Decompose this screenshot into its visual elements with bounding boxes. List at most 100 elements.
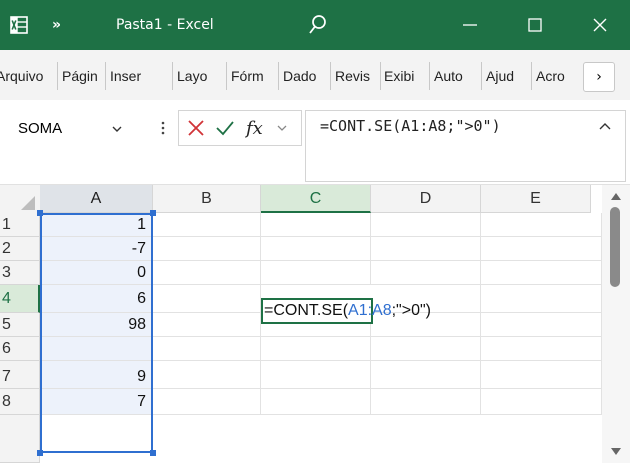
svg-text:fx: fx	[245, 118, 263, 139]
range-handle-bottom-left[interactable]	[37, 450, 43, 456]
cell-b6[interactable]	[153, 337, 261, 361]
cell-b8[interactable]	[153, 389, 261, 415]
column-header-d[interactable]: D	[371, 185, 481, 213]
tab-revisao[interactable]: Revis	[335, 64, 375, 88]
cell-c2[interactable]	[261, 237, 371, 261]
tab-arquivo[interactable]: Arquivo	[0, 64, 52, 88]
cell-e5[interactable]	[481, 313, 602, 337]
window-title: Pasta1 - Excel	[116, 17, 214, 33]
ribbon-more-tabs-button[interactable]: ›	[583, 62, 615, 92]
row-header-5[interactable]: 5	[0, 313, 40, 337]
tab-inserir[interactable]: Inser	[110, 64, 148, 88]
cell-b1[interactable]	[153, 213, 261, 237]
tab-pagina[interactable]: Págin	[62, 64, 100, 88]
cell-e6[interactable]	[481, 337, 602, 361]
formula-prefix: =CONT.SE(	[264, 302, 349, 319]
formula-bar: SOMA fx =CONT.SE(A1:A8;">0")	[0, 100, 630, 185]
tab-automatizar[interactable]: Auto	[434, 64, 476, 88]
cell-d6[interactable]	[371, 337, 481, 361]
cell-d8[interactable]	[371, 389, 481, 415]
tab-dados[interactable]: Dado	[283, 64, 325, 88]
spreadsheet-grid: A B C D E 1 2 3 4 5 6 7 8 1 -7 0 6 98 9 …	[0, 185, 630, 463]
cell-e7[interactable]	[481, 361, 602, 389]
search-icon[interactable]	[308, 14, 328, 36]
chevron-down-icon[interactable]	[275, 121, 289, 135]
cell-e2[interactable]	[481, 237, 602, 261]
enter-check-icon[interactable]	[215, 119, 235, 137]
cell-e8[interactable]	[481, 389, 602, 415]
cell-d7[interactable]	[371, 361, 481, 389]
select-all-triangle-icon	[21, 196, 35, 210]
scroll-up-icon[interactable]	[610, 191, 622, 201]
row-header-9[interactable]	[0, 415, 40, 463]
formula-suffix: ;">0")	[391, 302, 431, 319]
close-icon	[593, 18, 607, 32]
cell-a2[interactable]: -7	[40, 237, 153, 261]
row-header-7[interactable]: 7	[0, 361, 40, 389]
cell-b2[interactable]	[153, 237, 261, 261]
cell-c8[interactable]	[261, 389, 371, 415]
formula-text: =CONT.SE(A1:A8;">0")	[320, 117, 501, 135]
cell-c1[interactable]	[261, 213, 371, 237]
column-header-b[interactable]: B	[153, 185, 261, 213]
column-header-c[interactable]: C	[261, 185, 371, 213]
insert-function-fx-icon[interactable]: fx	[245, 117, 271, 139]
cell-a8[interactable]: 7	[40, 389, 153, 415]
cell-c3[interactable]	[261, 261, 371, 285]
cell-b5[interactable]	[153, 313, 261, 337]
row-header-1[interactable]: 1	[0, 213, 40, 237]
column-header-a[interactable]: A	[40, 185, 153, 213]
cell-d3[interactable]	[371, 261, 481, 285]
range-handle-top-right[interactable]	[150, 210, 156, 216]
name-box[interactable]: SOMA	[0, 114, 150, 144]
formula-input[interactable]: =CONT.SE(A1:A8;">0")	[305, 110, 626, 182]
cell-c6[interactable]	[261, 337, 371, 361]
close-button[interactable]	[570, 0, 630, 50]
formula-range-reference: A1:A8	[348, 302, 392, 319]
row-header-3[interactable]: 3	[0, 261, 40, 285]
row-header-6[interactable]: 6	[0, 337, 40, 361]
maximize-icon	[528, 18, 542, 32]
ribbon-tabs: Arquivo Págin Inser Layo Fórm Dado Revis…	[0, 50, 630, 101]
cell-e1[interactable]	[481, 213, 602, 237]
formula-actions: fx	[178, 110, 302, 146]
column-header-e[interactable]: E	[481, 185, 591, 213]
cell-a5[interactable]: 98	[40, 313, 153, 337]
tab-formulas[interactable]: Fórm	[231, 64, 273, 88]
row-header-4[interactable]: 4	[0, 285, 40, 313]
name-box-value: SOMA	[18, 120, 63, 137]
cell-b4[interactable]	[153, 285, 261, 313]
cell-b7[interactable]	[153, 361, 261, 389]
vertical-dots-icon	[161, 121, 165, 135]
cell-b3[interactable]	[153, 261, 261, 285]
cell-a6[interactable]	[40, 337, 153, 361]
range-handle-top-left[interactable]	[37, 210, 43, 216]
tab-ajuda[interactable]: Ajud	[486, 64, 526, 88]
chevron-down-icon[interactable]	[110, 122, 124, 136]
minimize-button[interactable]	[440, 0, 500, 50]
tab-exibir[interactable]: Exibi	[384, 64, 424, 88]
cell-a4[interactable]: 6	[40, 285, 153, 313]
cell-a3[interactable]: 0	[40, 261, 153, 285]
cell-d1[interactable]	[371, 213, 481, 237]
row-header-2[interactable]: 2	[0, 237, 40, 261]
scroll-down-icon[interactable]	[610, 447, 622, 457]
range-handle-bottom-right[interactable]	[150, 450, 156, 456]
select-all-corner[interactable]	[0, 185, 41, 214]
scrollbar-thumb[interactable]	[610, 207, 620, 287]
cell-c7[interactable]	[261, 361, 371, 389]
maximize-button[interactable]	[505, 0, 565, 50]
quick-access-more-button[interactable]: »	[52, 0, 61, 50]
cell-e3[interactable]	[481, 261, 602, 285]
cancel-x-icon[interactable]	[187, 119, 205, 137]
chevron-up-icon[interactable]	[597, 119, 613, 133]
cell-a1[interactable]: 1	[40, 213, 153, 237]
cell-e4[interactable]	[481, 285, 602, 313]
row-header-8[interactable]: 8	[0, 389, 40, 415]
in-cell-formula[interactable]: =CONT.SE(A1:A8;">0")	[264, 299, 431, 323]
tab-acrobat[interactable]: Acro	[536, 64, 574, 88]
vertical-scrollbar[interactable]	[602, 185, 630, 463]
cell-a7[interactable]: 9	[40, 361, 153, 389]
tab-layout[interactable]: Layo	[177, 64, 221, 88]
cell-d2[interactable]	[371, 237, 481, 261]
